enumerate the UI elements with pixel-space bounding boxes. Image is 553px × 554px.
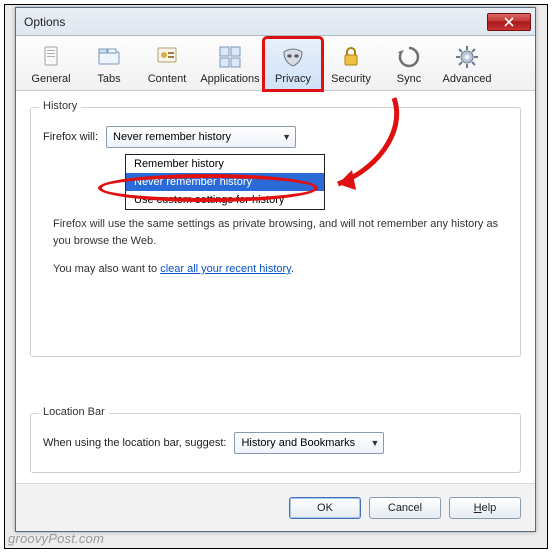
chevron-down-icon: ▼ — [282, 132, 291, 142]
tab-label: Applications — [200, 73, 259, 85]
close-button[interactable] — [487, 13, 531, 31]
tab-security[interactable]: Security — [322, 38, 380, 90]
ok-button[interactable]: OK — [289, 497, 361, 519]
gear-icon — [453, 43, 481, 71]
locationbar-group: Location Bar When using the location bar… — [30, 413, 521, 473]
tab-privacy[interactable]: Privacy — [264, 38, 322, 90]
dialog-buttons: OK Cancel Help — [16, 483, 535, 531]
history-group: History Firefox will: Never remember his… — [30, 107, 521, 357]
tab-tabs[interactable]: Tabs — [80, 38, 138, 90]
sync-icon — [395, 43, 423, 71]
content-icon — [153, 43, 181, 71]
history-desc-text: Firefox will use the same settings as pr… — [53, 216, 508, 249]
history-description: Firefox will use the same settings as pr… — [43, 216, 508, 278]
screenshot-frame: Options General Tabs Content — [4, 4, 548, 549]
category-toolbar: General Tabs Content Applications Privac… — [16, 36, 535, 91]
history-mode-combo[interactable]: Never remember history ▼ — [106, 126, 296, 148]
tab-sync[interactable]: Sync — [380, 38, 438, 90]
watermark: groovyPost.com — [8, 531, 104, 546]
tab-label: Sync — [397, 73, 421, 85]
titlebar: Options — [16, 8, 535, 36]
locationbar-suggest-combo[interactable]: History and Bookmarks ▼ — [234, 432, 384, 454]
tab-applications[interactable]: Applications — [196, 38, 264, 90]
tab-advanced[interactable]: Advanced — [438, 38, 496, 90]
tab-label: Privacy — [275, 73, 311, 85]
apps-icon — [216, 43, 244, 71]
locationbar-label: When using the location bar, suggest: — [43, 437, 226, 449]
locationbar-legend: Location Bar — [39, 406, 109, 418]
close-icon — [504, 17, 514, 27]
option-remember[interactable]: Remember history — [126, 155, 324, 173]
options-window: Options General Tabs Content — [15, 7, 536, 532]
combo-value: Never remember history — [113, 131, 231, 143]
tab-general[interactable]: General — [22, 38, 80, 90]
clear-history-link[interactable]: clear all your recent history — [160, 263, 291, 275]
help-button[interactable]: Help — [449, 497, 521, 519]
doc-icon — [37, 43, 65, 71]
tab-content[interactable]: Content — [138, 38, 196, 90]
tab-label: Advanced — [443, 73, 492, 85]
tabs-icon — [95, 43, 123, 71]
history-legend: History — [39, 100, 81, 112]
tab-label: Content — [148, 73, 187, 85]
combo-value: History and Bookmarks — [241, 437, 355, 449]
history-mode-label: Firefox will: — [43, 131, 98, 143]
option-never-remember[interactable]: Never remember history — [126, 173, 324, 191]
cancel-button[interactable]: Cancel — [369, 497, 441, 519]
window-title: Options — [24, 15, 65, 29]
tab-label: Security — [331, 73, 371, 85]
option-custom[interactable]: Use custom settings for history — [126, 191, 324, 209]
history-mode-dropdown[interactable]: Remember history Never remember history … — [125, 154, 325, 210]
lock-icon — [337, 43, 365, 71]
tab-label: General — [31, 73, 70, 85]
history-desc-clear: You may also want to clear all your rece… — [53, 261, 508, 278]
tab-label: Tabs — [97, 73, 120, 85]
chevron-down-icon: ▼ — [371, 438, 380, 448]
mask-icon — [279, 43, 307, 71]
